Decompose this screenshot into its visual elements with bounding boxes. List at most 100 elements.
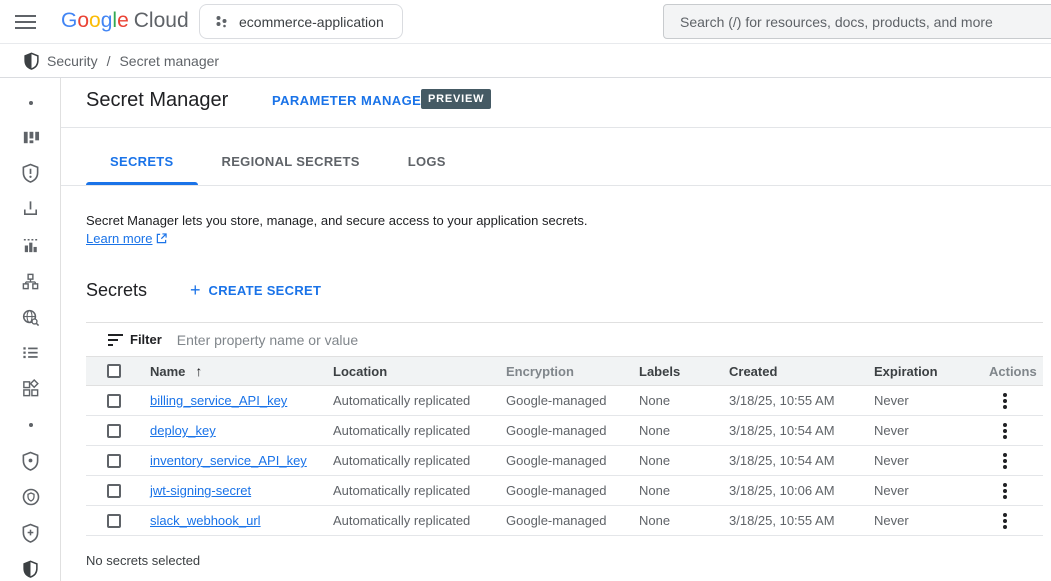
security-products-sidebar	[0, 78, 61, 581]
secrets-section-heading: Secrets	[86, 280, 147, 301]
globe-search-icon[interactable]	[20, 307, 41, 328]
breadcrumb-current: Secret manager	[119, 53, 219, 69]
secret-name-link[interactable]: billing_service_API_key	[150, 393, 287, 408]
cell-encryption: Google-managed	[506, 423, 639, 438]
column-header-created[interactable]: Created	[729, 364, 874, 379]
tab-logs[interactable]: LOGS	[384, 137, 470, 185]
selection-status-text: No secrets selected	[86, 553, 200, 568]
inventory-blocks-icon[interactable]	[20, 127, 41, 148]
learn-more-link[interactable]: Learn more	[86, 231, 167, 246]
cell-location: Automatically replicated	[333, 423, 506, 438]
shield-plus-icon[interactable]	[20, 522, 41, 543]
cell-labels: None	[639, 393, 729, 408]
select-all-checkbox[interactable]	[107, 364, 121, 378]
cell-created: 3/18/25, 10:06 AM	[729, 483, 874, 498]
row-checkbox[interactable]	[107, 514, 121, 528]
secret-name-link[interactable]: jwt-signing-secret	[150, 483, 251, 498]
secret-name-link[interactable]: inventory_service_API_key	[150, 453, 307, 468]
row-actions-menu-icon[interactable]	[996, 482, 1014, 500]
breadcrumb-section[interactable]: Security	[47, 53, 98, 69]
column-header-location[interactable]: Location	[333, 364, 506, 379]
column-header-actions: Actions	[985, 364, 1043, 379]
cell-location: Automatically replicated	[333, 453, 506, 468]
preview-badge: PREVIEW	[421, 89, 491, 109]
row-checkbox[interactable]	[107, 484, 121, 498]
cell-location: Automatically replicated	[333, 483, 506, 498]
cell-labels: None	[639, 453, 729, 468]
table-row: deploy_key Automatically replicated Goog…	[86, 416, 1043, 446]
cell-created: 3/18/25, 10:55 AM	[729, 393, 874, 408]
menu-icon[interactable]	[15, 15, 36, 29]
security-shield-icon[interactable]	[20, 558, 41, 579]
shield-alert-icon[interactable]	[20, 162, 41, 183]
cell-encryption: Google-managed	[506, 393, 639, 408]
global-search-bar[interactable]	[663, 4, 1051, 39]
filter-label: Filter	[130, 332, 162, 347]
shapes-grid-icon[interactable]	[20, 378, 41, 399]
column-header-labels[interactable]: Labels	[639, 364, 729, 379]
table-row: billing_service_API_key Automatically re…	[86, 386, 1043, 416]
row-actions-menu-icon[interactable]	[996, 452, 1014, 470]
cell-labels: None	[639, 483, 729, 498]
cell-expiration: Never	[874, 423, 985, 438]
cell-labels: None	[639, 423, 729, 438]
tab-secrets[interactable]: SECRETS	[86, 137, 198, 185]
secret-name-link[interactable]: slack_webhook_url	[150, 513, 261, 528]
cell-created: 3/18/25, 10:55 AM	[729, 513, 874, 528]
security-shield-icon	[23, 52, 40, 70]
column-header-name[interactable]: Name↑	[150, 363, 333, 379]
import-tray-icon[interactable]	[20, 198, 41, 219]
google-cloud-logo[interactable]: GoogleCloud	[61, 9, 189, 33]
dot-separator-icon	[20, 414, 41, 435]
network-topology-icon[interactable]	[20, 271, 41, 292]
list-icon[interactable]	[20, 342, 41, 363]
secret-name-link[interactable]: deploy_key	[150, 423, 216, 438]
row-checkbox[interactable]	[107, 394, 121, 408]
cell-encryption: Google-managed	[506, 453, 639, 468]
cell-expiration: Never	[874, 453, 985, 468]
column-header-expiration[interactable]: Expiration	[874, 364, 985, 379]
cell-created: 3/18/25, 10:54 AM	[729, 423, 874, 438]
parameter-manager-link[interactable]: PARAMETER MANAGER	[272, 93, 431, 108]
cell-expiration: Never	[874, 393, 985, 408]
secrets-table: Filter Name↑ Location Encryption Labels …	[86, 322, 1043, 536]
gcp-console-window: GoogleCloud ecommerce-application	[0, 0, 1051, 581]
cell-location: Automatically replicated	[333, 393, 506, 408]
create-secret-label: CREATE SECRET	[209, 283, 322, 298]
logo-cloud-text: Cloud	[134, 9, 189, 32]
project-name: ecommerce-application	[239, 14, 384, 30]
cell-location: Automatically replicated	[333, 513, 506, 528]
cell-encryption: Google-managed	[506, 483, 639, 498]
page-title: Secret Manager	[86, 89, 228, 112]
breadcrumb-separator: /	[107, 53, 111, 69]
row-checkbox[interactable]	[107, 424, 121, 438]
cell-expiration: Never	[874, 483, 985, 498]
breadcrumb: Security / Secret manager	[0, 44, 1051, 78]
row-checkbox[interactable]	[107, 454, 121, 468]
row-actions-menu-icon[interactable]	[996, 422, 1014, 440]
cell-created: 3/18/25, 10:54 AM	[729, 453, 874, 468]
learn-more-label: Learn more	[86, 231, 152, 246]
bar-chart-icon[interactable]	[20, 235, 41, 256]
project-icon	[214, 14, 229, 29]
circle-shield-icon[interactable]	[20, 486, 41, 507]
tab-regional-secrets[interactable]: REGIONAL SECRETS	[198, 137, 384, 185]
logo-google-text: Google	[61, 9, 129, 32]
main-content: Secret Manager PARAMETER MANAGER PREVIEW…	[61, 78, 1051, 581]
tab-bar: SECRETS REGIONAL SECRETS LOGS	[61, 127, 1051, 186]
table-row: slack_webhook_url Automatically replicat…	[86, 506, 1043, 536]
cell-encryption: Google-managed	[506, 513, 639, 528]
search-input[interactable]	[664, 14, 1051, 30]
table-header-row: Name↑ Location Encryption Labels Created…	[86, 356, 1043, 386]
project-selector-button[interactable]: ecommerce-application	[199, 4, 403, 39]
row-actions-menu-icon[interactable]	[996, 392, 1014, 410]
plus-icon: +	[190, 281, 201, 299]
create-secret-button[interactable]: + CREATE SECRET	[190, 281, 321, 299]
shield-dot-icon[interactable]	[20, 450, 41, 471]
cell-expiration: Never	[874, 513, 985, 528]
filter-icon[interactable]	[108, 334, 123, 346]
sort-ascending-icon: ↑	[195, 363, 202, 379]
table-row: jwt-signing-secret Automatically replica…	[86, 476, 1043, 506]
row-actions-menu-icon[interactable]	[996, 512, 1014, 530]
filter-input[interactable]	[177, 332, 1043, 348]
